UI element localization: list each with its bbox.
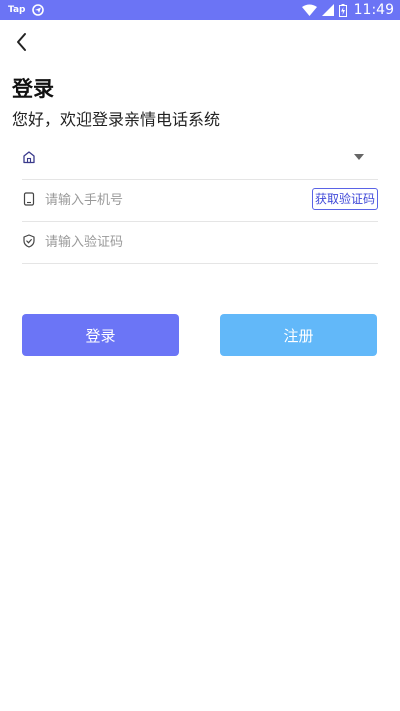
battery-icon: [338, 3, 347, 17]
page-title: 登录: [12, 77, 54, 101]
chevron-down-icon[interactable]: [354, 154, 364, 160]
status-bar-right: 11:49: [301, 1, 394, 19]
wifi-icon: [301, 4, 317, 16]
status-app-label: Tap: [8, 5, 26, 15]
code-row: [22, 221, 378, 264]
login-button[interactable]: 登录: [22, 314, 179, 356]
code-input[interactable]: [45, 232, 285, 252]
status-bar: Tap 11:49: [0, 0, 400, 20]
chevron-left-icon[interactable]: [10, 30, 34, 54]
register-button[interactable]: 注册: [220, 314, 377, 356]
signal-icon: [321, 4, 334, 16]
home-icon: [23, 151, 35, 164]
phone-row: 获取验证码: [22, 179, 378, 222]
phone-icon: [23, 192, 35, 206]
status-time: 11:49: [353, 2, 394, 18]
area-select-row[interactable]: [22, 137, 378, 180]
phone-input[interactable]: [45, 190, 285, 210]
page-subtitle: 您好，欢迎登录亲情电话系统: [12, 110, 221, 129]
shield-icon: [23, 234, 35, 248]
area-select-value[interactable]: [45, 148, 285, 168]
status-bar-left: Tap: [8, 3, 44, 17]
location-icon: [31, 4, 44, 16]
get-code-button[interactable]: 获取验证码: [311, 188, 378, 210]
